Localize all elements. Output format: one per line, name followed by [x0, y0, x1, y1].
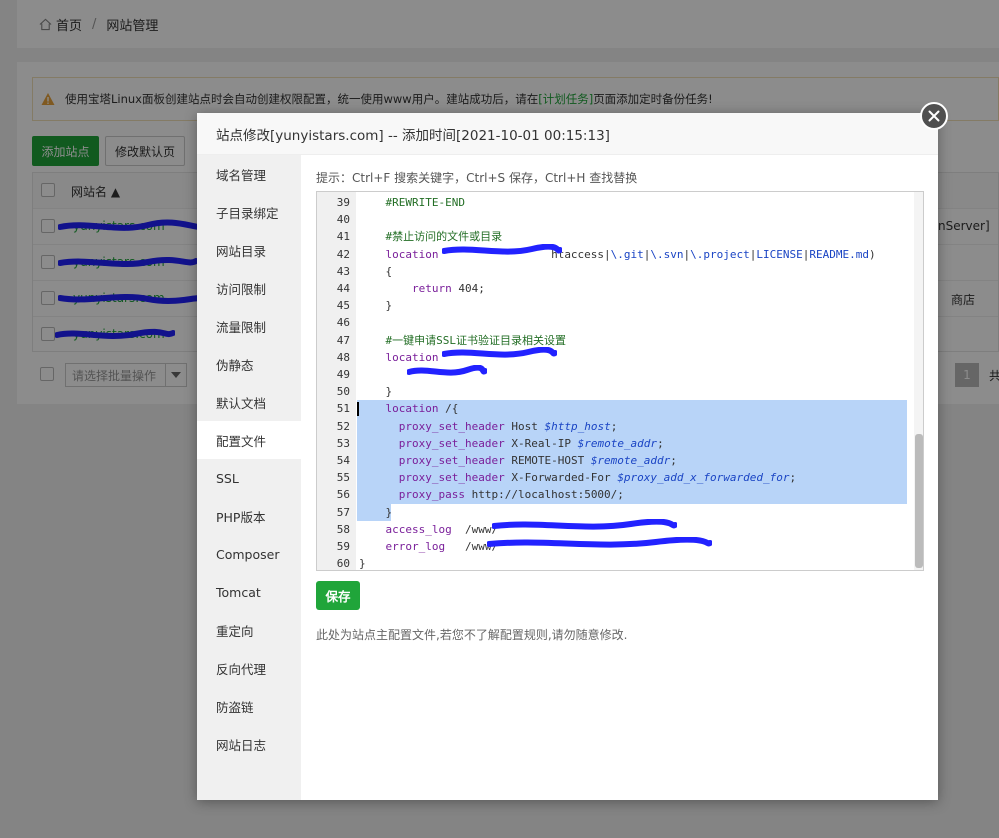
code-line[interactable]: 39 #REWRITE-END: [317, 194, 923, 211]
line-number: 44: [336, 282, 350, 295]
code-line[interactable]: 43 {: [317, 263, 923, 280]
line-number: 57: [336, 505, 350, 519]
nav-item-2[interactable]: 网站目录: [197, 231, 301, 269]
line-number: 58: [336, 522, 350, 536]
close-modal-button[interactable]: [920, 102, 948, 130]
code-text: location htaccess|\.git|\.svn|\.project|…: [385, 247, 876, 261]
nav-item-12[interactable]: 重定向: [197, 611, 301, 649]
line-number: 59: [336, 540, 350, 553]
code-line[interactable]: 56 proxy_pass http://localhost:5000/;: [317, 486, 923, 503]
nav-item-10[interactable]: Composer: [197, 535, 301, 573]
code-text: location /{: [385, 402, 459, 416]
line-number: 51: [336, 402, 350, 416]
code-line[interactable]: 50 }: [317, 383, 923, 400]
redaction-scribble: [487, 537, 712, 548]
nav-item-3[interactable]: 访问限制: [197, 269, 301, 307]
code-text: proxy_set_header X-Real-IP $remote_addr;: [398, 436, 664, 450]
editor-hint: 提示：Ctrl+F 搜索关键字，Ctrl+S 保存，Ctrl+H 查找替换: [316, 171, 638, 185]
code-text: }: [359, 505, 393, 519]
code-text: location: [385, 350, 439, 364]
line-number: 55: [336, 471, 350, 485]
nav-item-6[interactable]: 默认文档: [197, 383, 301, 421]
code-line[interactable]: 46: [317, 314, 923, 331]
line-number: 60: [336, 557, 350, 571]
code-line[interactable]: 47 #一键申请SSL证书验证目录相关设置: [317, 332, 923, 349]
line-number: 39: [336, 196, 350, 209]
save-button[interactable]: 保存: [316, 581, 360, 610]
line-number: 41: [336, 230, 350, 244]
code-text: proxy_set_header X-Forwarded-For $proxy_…: [398, 471, 797, 485]
nav-item-14[interactable]: 防盗链: [197, 687, 301, 725]
line-number: 43: [336, 264, 350, 278]
config-code-editor[interactable]: 39 #REWRITE-END 40 41 #禁止访问的文件或目录 42 locati…: [316, 191, 924, 571]
close-icon: [928, 110, 940, 122]
line-number: 49: [336, 368, 350, 381]
line-number: 40: [336, 213, 350, 227]
code-line[interactable]: 40: [317, 211, 923, 228]
line-number: 54: [336, 454, 350, 467]
redaction-scribble: [407, 365, 487, 376]
code-text: #禁止访问的文件或目录: [359, 230, 503, 244]
code-text: }: [359, 385, 393, 399]
line-number: 56: [336, 488, 350, 502]
line-number: 53: [336, 436, 350, 450]
redaction-scribble: [492, 519, 677, 530]
code-line[interactable]: 60}: [317, 555, 923, 571]
code-text: }: [359, 557, 366, 571]
code-text: #REWRITE-END: [359, 196, 465, 209]
modal-title: 站点修改[yunyistars.com] -- 添加时间[2021-10-01 …: [197, 113, 938, 155]
code-text: proxy_set_header REMOTE-HOST $remote_add…: [398, 454, 677, 467]
code-line[interactable]: 44 return 404;: [317, 280, 923, 297]
line-number: 50: [336, 385, 350, 399]
config-note: 此处为站点主配置文件,若您不了解配置规则,请勿随意修改.: [316, 628, 628, 642]
code-line[interactable]: 52 proxy_set_header Host $http_host;: [317, 418, 923, 435]
code-text: proxy_pass http://localhost:5000/;: [398, 488, 624, 502]
modal-side-nav: 域名管理 子目录绑定 网站目录 访问限制 流量限制 伪静态 默认文档 配置文件 SSL PHP版本…: [197, 155, 301, 800]
nav-item-0[interactable]: 域名管理: [197, 155, 301, 193]
nav-item-8[interactable]: SSL: [197, 459, 301, 497]
redaction-scribble: [442, 244, 562, 255]
nav-item-1[interactable]: 子目录绑定: [197, 193, 301, 231]
site-edit-modal: 站点修改[yunyistars.com] -- 添加时间[2021-10-01 …: [197, 113, 938, 800]
code-text: {: [359, 264, 393, 278]
nav-item-15[interactable]: 网站日志: [197, 725, 301, 763]
nav-item-5[interactable]: 伪静态: [197, 345, 301, 383]
line-number: 47: [336, 333, 350, 347]
code-line[interactable]: 42 location htaccess|\.git|\.svn|\.proje…: [317, 246, 923, 263]
line-number: 52: [336, 419, 350, 433]
nav-item-9[interactable]: PHP版本: [197, 497, 301, 535]
code-text: return 404;: [411, 282, 485, 295]
code-line[interactable]: 41 #禁止访问的文件或目录: [317, 228, 923, 245]
code-line[interactable]: 54 proxy_set_header REMOTE-HOST $remote_…: [317, 452, 923, 469]
nav-item-11[interactable]: Tomcat: [197, 573, 301, 611]
code-line[interactable]: 51 location /{: [317, 400, 923, 417]
code-line[interactable]: 53 proxy_set_header X-Real-IP $remote_ad…: [317, 435, 923, 452]
code-text: proxy_set_header Host $http_host;: [398, 419, 618, 433]
code-text: }: [359, 299, 393, 313]
line-number: 45: [336, 299, 350, 313]
text-cursor: [357, 402, 359, 417]
line-number: 48: [336, 350, 350, 364]
line-number: 46: [336, 316, 350, 330]
code-text: error_log /www/: [385, 540, 499, 553]
code-line[interactable]: 45 }: [317, 297, 923, 314]
line-number: 42: [336, 247, 350, 261]
nav-item-13[interactable]: 反向代理: [197, 649, 301, 687]
redaction-scribble: [442, 347, 557, 358]
code-line[interactable]: 48 location: [317, 349, 923, 366]
code-text: access_log /www/: [385, 522, 499, 536]
code-line[interactable]: 55 proxy_set_header X-Forwarded-For $pro…: [317, 469, 923, 486]
nav-item-7[interactable]: 配置文件: [197, 421, 301, 459]
nav-item-4[interactable]: 流量限制: [197, 307, 301, 345]
